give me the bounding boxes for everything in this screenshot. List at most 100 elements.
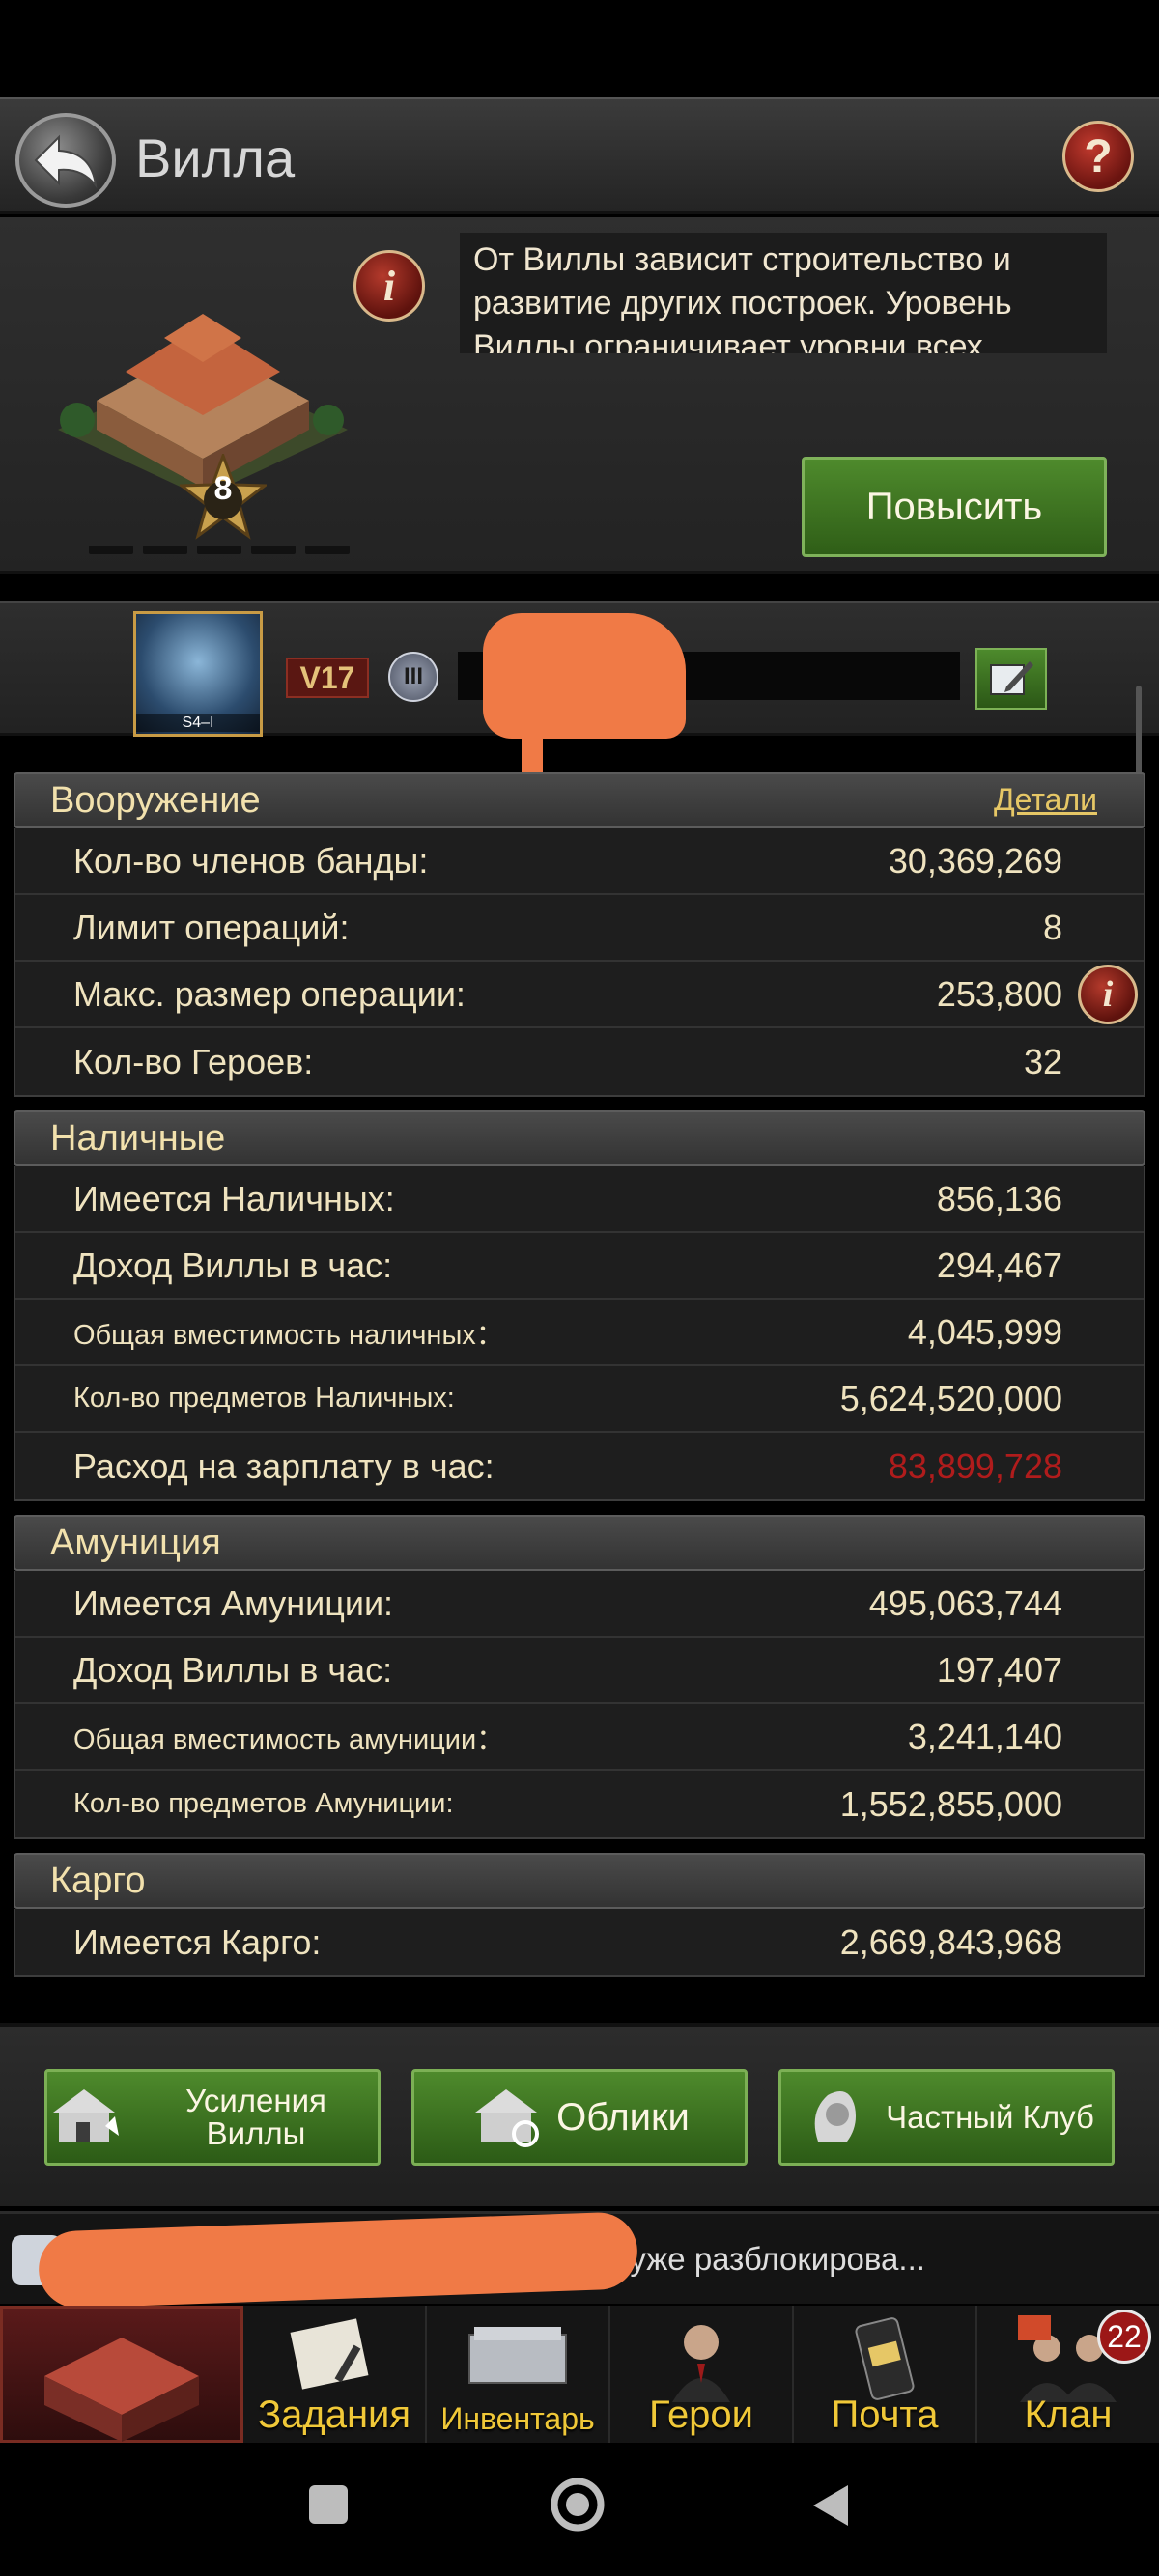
nav-heroes[interactable]: Герои (610, 2306, 794, 2443)
system-nav-bar (0, 2443, 1159, 2576)
stat-label: Имеется Наличных: (73, 1178, 395, 1218)
ammo-stats: Имеется Амуниции: 495,063,744 Доход Вилл… (14, 1571, 1145, 1839)
villa-boost-icon (47, 2084, 121, 2151)
villa-level: 8 (213, 470, 233, 507)
briefcase-icon (468, 2327, 567, 2384)
nav-villa-home[interactable] (0, 2306, 243, 2443)
stat-value: 4,045,999 (907, 1311, 1062, 1352)
section-ammo-header: Амуниция (14, 1515, 1145, 1571)
nav-label: Задания (257, 2394, 411, 2436)
stat-row: Общая вместимость амуниции： 3,241,140 (15, 1704, 1144, 1771)
vip-badge: V17 (286, 658, 369, 698)
hero-icon (672, 2325, 730, 2402)
help-button[interactable]: ? (1062, 121, 1134, 192)
stat-row: Кол-во предметов Наличных: 5,624,520,000 (15, 1366, 1144, 1433)
edit-icon (990, 661, 1033, 695)
stat-value-negative: 83,899,728 (888, 1445, 1062, 1486)
stat-value: 197,407 (936, 1649, 1062, 1690)
chat-ticker[interactable]: [...] Kapsel ... вое оружие героя Тэнгу … (0, 2211, 1159, 2310)
section-title: Амуниция (50, 1522, 221, 1563)
header: Вилла ? (0, 97, 1159, 214)
section-title: Наличные (50, 1117, 226, 1159)
club-lady-icon (799, 2084, 872, 2151)
stat-label: Расход на зарплату в час: (73, 1445, 495, 1486)
stat-value: 3,241,140 (907, 1716, 1062, 1756)
nav-label: Инвентарь (440, 2401, 595, 2436)
stat-row: Лимит операций: 8 (15, 895, 1144, 962)
stat-row: Расход на зарплату в час: 83,899,728 (15, 1433, 1144, 1499)
nav-tasks[interactable]: Задания (243, 2306, 427, 2443)
nav-label: Почта (831, 2394, 939, 2436)
stat-value: 32 (1023, 1041, 1062, 1081)
nav-label: Герои (648, 2394, 754, 2436)
stats-list[interactable]: Вооружение Детали Кол-во членов банды: 3… (14, 772, 1145, 2018)
stat-value: 1,552,855,000 (839, 1783, 1062, 1824)
stat-value: 495,063,744 (868, 1582, 1062, 1623)
avatar[interactable]: S4–I (133, 611, 263, 737)
home-circle-icon[interactable] (549, 2476, 607, 2534)
stat-value: 5,624,520,000 (839, 1378, 1062, 1418)
info-icon: i (1102, 973, 1114, 1015)
redaction-mark (483, 613, 686, 739)
details-link[interactable]: Детали (994, 782, 1097, 818)
back-button[interactable] (15, 113, 116, 208)
recents-square-icon[interactable] (305, 2481, 352, 2528)
stat-value: 30,369,269 (888, 840, 1062, 881)
action-bar: Усиления Виллы Облики Частный Клуб (0, 2023, 1159, 2206)
cash-stats: Имеется Наличных: 856,136 Доход Виллы в … (14, 1166, 1145, 1501)
question-icon: ? (1084, 130, 1113, 182)
stat-value: 253,800 (936, 973, 1062, 1014)
stat-row: Макс. размер операции: 253,800 i (15, 962, 1144, 1028)
armament-stats: Кол-во членов банды: 30,369,269 Лимит оп… (14, 828, 1145, 1097)
villa-boosts-button[interactable]: Усиления Виллы (44, 2069, 381, 2166)
section-armament-header: Вооружение Детали (14, 772, 1145, 828)
edit-name-button[interactable] (975, 648, 1047, 710)
nav-clan[interactable]: 22 Клан (977, 2306, 1159, 2443)
stat-row: Кол-во предметов Амуниции: 1,552,855,000 (15, 1771, 1144, 1837)
stat-value: 856,136 (936, 1178, 1062, 1218)
status-bar (0, 0, 1159, 97)
back-triangle-icon[interactable] (807, 2481, 854, 2530)
back-arrow-icon (34, 134, 98, 189)
stat-row: Имеется Наличных: 856,136 (15, 1166, 1144, 1233)
info-icon: i (382, 262, 396, 310)
section-title: Карго (50, 1860, 146, 1901)
stat-row: Имеется Амуниции: 495,063,744 (15, 1571, 1144, 1638)
stat-row: Имеется Карго: 2,669,843,968 (15, 1909, 1144, 1975)
private-club-button[interactable]: Частный Клуб (778, 2069, 1115, 2166)
nav-inventory[interactable]: Инвентарь (427, 2306, 610, 2443)
stat-label: Кол-во Героев: (73, 1041, 314, 1081)
action-label: Усиления Виллы (185, 2083, 326, 2151)
operation-size-info-button[interactable]: i (1078, 964, 1138, 1024)
stat-value: 8 (1042, 907, 1062, 947)
stat-label: Кол-во предметов Амуниции: (73, 1788, 454, 1819)
stat-row: Кол-во членов банды: 30,369,269 (15, 828, 1144, 895)
stat-value: 2,669,843,968 (839, 1921, 1062, 1962)
page-title: Вилла (135, 127, 296, 188)
nav-mail[interactable]: Почта (794, 2306, 977, 2443)
stat-row: Доход Виллы в час: 197,407 (15, 1638, 1144, 1704)
skins-icon (469, 2084, 543, 2151)
stat-row: Доход Виллы в час: 294,467 (15, 1233, 1144, 1300)
stat-label: Общая вместимость амуниции： (73, 1723, 505, 1755)
section-cash-header: Наличные (14, 1110, 1145, 1166)
stat-label: Имеется Карго: (73, 1921, 322, 1962)
section-cargo-header: Карго (14, 1853, 1145, 1909)
section-title: Вооружение (50, 779, 261, 821)
stat-label: Имеется Амуниции: (73, 1582, 394, 1623)
nav-label: Клан (1024, 2394, 1113, 2436)
upgrade-button[interactable]: Повысить (802, 457, 1107, 557)
villa-description: От Виллы зависит строительство и развити… (460, 233, 1107, 353)
villa-info-button[interactable]: i (353, 250, 425, 322)
stat-label: Лимит операций: (73, 907, 350, 947)
stat-label: Общая вместимость наличных： (73, 1319, 504, 1351)
stat-label: Доход Виллы в час: (73, 1245, 393, 1285)
clan-notification-badge: 22 (1097, 2310, 1151, 2364)
bottom-nav: Задания Инвентарь Герои Почта 22 Клан (0, 2306, 1159, 2443)
stat-value: 294,467 (936, 1245, 1062, 1285)
redaction-mark (37, 2211, 639, 2310)
rank-badge: III (388, 652, 438, 702)
player-row: S4–I V17 III (0, 601, 1159, 854)
action-label: Облики (556, 2096, 690, 2139)
skins-button[interactable]: Облики (411, 2069, 748, 2166)
